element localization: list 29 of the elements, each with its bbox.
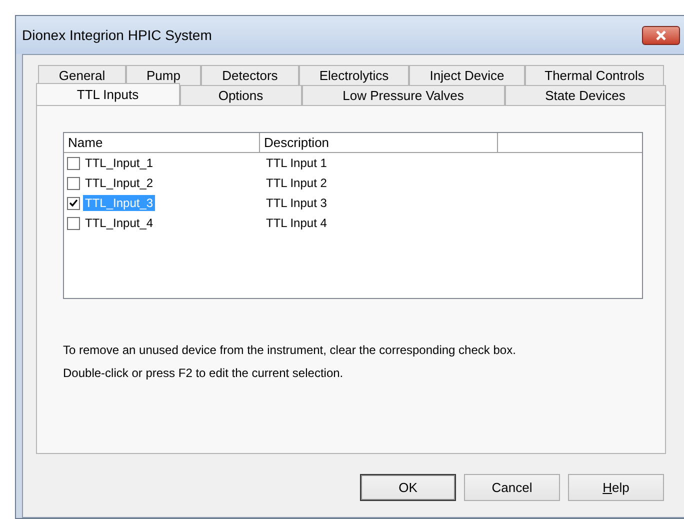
- device-name[interactable]: TTL_Input_1: [83, 155, 156, 171]
- tab[interactable]: State Devices: [504, 85, 666, 105]
- device-description: TTL Input 3: [265, 196, 328, 210]
- dialog-button[interactable]: OK: [360, 474, 456, 501]
- device-description: TTL Input 4: [265, 216, 328, 230]
- tab[interactable]: Pump: [126, 65, 201, 85]
- device-description: TTL Input 2: [265, 176, 328, 190]
- checkbox[interactable]: [67, 216, 80, 230]
- tab[interactable]: Detectors: [201, 65, 299, 85]
- device-name[interactable]: TTL_Input_2: [83, 175, 156, 191]
- checkbox[interactable]: [67, 196, 80, 210]
- tab[interactable]: TTL Inputs: [36, 83, 180, 105]
- tab[interactable]: Thermal Controls: [525, 65, 664, 85]
- tab[interactable]: Low Pressure Valves: [302, 85, 504, 105]
- device-name[interactable]: TTL_Input_4: [83, 215, 156, 231]
- close-button[interactable]: [642, 26, 680, 44]
- dialog-button[interactable]: Cancel: [464, 474, 560, 501]
- checkbox[interactable]: [67, 156, 80, 170]
- close-icon: [655, 30, 667, 40]
- window-title: Dionex Integrion HPIC System: [22, 27, 212, 43]
- instruction-text: Double-click or press F2 to edit the current selection.: [63, 366, 344, 380]
- tab[interactable]: Electrolytics: [299, 65, 409, 85]
- tab[interactable]: General: [38, 65, 126, 85]
- instruction-text: To remove an unused device from the instrument, clear the corresponding check box.: [63, 343, 517, 357]
- checkbox[interactable]: [67, 176, 80, 190]
- dialog-button[interactable]: Help: [568, 474, 664, 501]
- tab[interactable]: Inject Device: [409, 65, 525, 85]
- device-description: TTL Input 1: [265, 156, 328, 170]
- tab[interactable]: Options: [180, 85, 302, 105]
